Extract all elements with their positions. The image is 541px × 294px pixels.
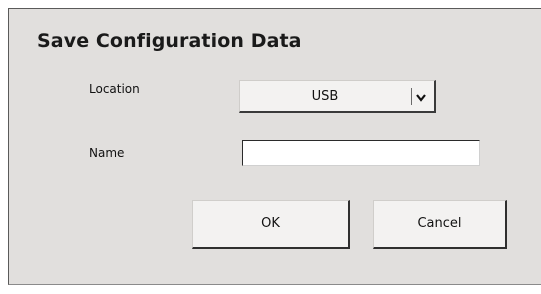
dialog-title: Save Configuration Data [37, 30, 302, 52]
dropdown-separator [411, 88, 412, 105]
location-dropdown-value: USB [311, 89, 339, 104]
cancel-button[interactable]: Cancel [373, 200, 507, 249]
location-label: Location [89, 82, 140, 96]
location-dropdown[interactable]: USB [239, 80, 436, 113]
chevron-down-icon[interactable] [414, 90, 428, 104]
ok-button[interactable]: OK [192, 200, 350, 249]
save-configuration-dialog: Save Configuration Data Location USB Nam… [8, 8, 541, 285]
name-label: Name [89, 146, 125, 160]
name-input[interactable] [242, 140, 480, 166]
